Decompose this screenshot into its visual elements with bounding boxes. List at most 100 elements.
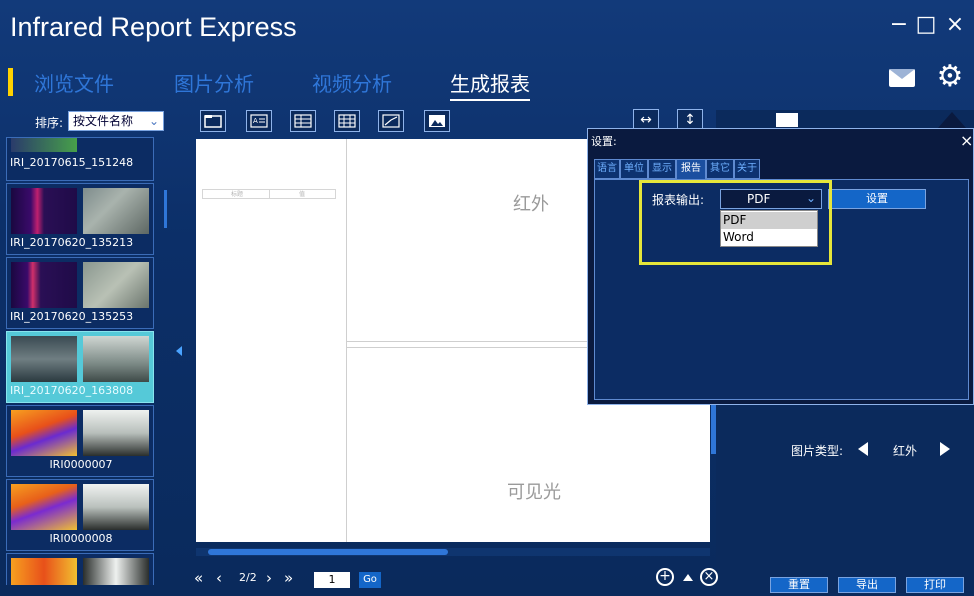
file-name: IRI0000007 <box>49 458 113 471</box>
thumbnail-pair <box>11 484 151 530</box>
infrared-cell-label: 红外 <box>513 194 549 215</box>
page-vertical-scrollbar[interactable] <box>711 402 716 454</box>
thumbnail-pair <box>11 410 151 456</box>
thermal-thumbnail <box>11 188 77 234</box>
thermal-thumbnail <box>11 336 77 382</box>
image-type-prev-icon[interactable] <box>858 442 868 456</box>
export-button[interactable]: 导出 <box>838 577 896 593</box>
chart-line-icon <box>382 114 400 128</box>
file-list-scrollbar[interactable] <box>164 190 167 228</box>
list-item[interactable]: IRI_20170615_151248 <box>6 137 154 181</box>
tab-display[interactable]: 显示 <box>648 159 676 179</box>
sort-label: 排序: <box>35 116 64 130</box>
list-item[interactable]: IRI0000007 <box>6 405 154 477</box>
minimize-button[interactable]: − <box>888 14 910 36</box>
svg-text:A: A <box>253 117 258 125</box>
visible-thumbnail <box>83 188 149 234</box>
thermal-thumbnail <box>11 558 77 585</box>
folder-icon <box>204 115 222 128</box>
chevron-down-icon: ⌄ <box>148 114 159 128</box>
zoom-in-icon[interactable]: + <box>656 568 674 586</box>
insert-chart-button[interactable] <box>378 110 404 132</box>
page-horizontal-scrollbar[interactable] <box>196 548 710 556</box>
info-table-divider <box>269 190 270 198</box>
nav-accent-bar <box>8 68 13 96</box>
list-item[interactable]: IRI_20170620_163808 <box>6 331 154 403</box>
info-table-header-title: 标题 <box>231 191 244 198</box>
grid-table-icon <box>338 114 356 128</box>
thermal-thumbnail <box>11 138 77 152</box>
setup-button[interactable]: 设置 <box>828 189 926 209</box>
reset-button[interactable]: 重置 <box>770 577 828 593</box>
folder-button[interactable] <box>200 110 226 132</box>
fit-width-icon: ↔ <box>640 112 652 128</box>
main-nav: 浏览文件 图片分析 视频分析 生成报表 <box>0 60 974 102</box>
info-table[interactable]: 标题 值 <box>202 189 336 199</box>
insert-grid-button[interactable] <box>334 110 360 132</box>
file-list: IRI_20170615_151248 IRI_20170620_135213 … <box>6 137 154 585</box>
list-item[interactable] <box>6 553 154 585</box>
dialog-close-icon[interactable]: × <box>960 131 973 150</box>
sort-select-value: 按文件名称 <box>73 114 134 128</box>
sort-select[interactable]: 按文件名称 ⌄ <box>68 111 164 131</box>
tab-image-analysis[interactable]: 图片分析 <box>174 68 254 97</box>
file-name: IRI_20170615_151248 <box>10 156 134 169</box>
tab-units[interactable]: 单位 <box>620 159 648 179</box>
scroll-thumb[interactable] <box>208 549 448 555</box>
list-item[interactable]: IRI0000008 <box>6 479 154 551</box>
app-window: Infrared Report Express − □ × 浏览文件 图片分析 … <box>0 0 974 596</box>
visible-thumbnail <box>83 262 149 308</box>
visible-thumbnail <box>83 484 149 530</box>
insert-image-button[interactable] <box>424 110 450 132</box>
print-button[interactable]: 打印 <box>906 577 964 593</box>
tab-report[interactable]: 报告 <box>676 159 706 180</box>
close-button[interactable]: × <box>944 14 966 36</box>
insert-text-button[interactable]: A <box>246 110 272 132</box>
tab-about[interactable]: 关于 <box>734 159 760 179</box>
collapse-arrow-icon[interactable] <box>176 346 182 356</box>
thumbnail-pair <box>11 336 151 382</box>
thermal-thumbnail <box>11 484 77 530</box>
tab-language[interactable]: 语言 <box>594 159 620 179</box>
visible-cell-label: 可见光 <box>507 482 561 503</box>
thumbnail-pair <box>11 262 151 308</box>
zoom-out-icon[interactable]: × <box>700 568 718 586</box>
app-title: Infrared Report Express <box>10 12 297 42</box>
text-block-icon: A <box>250 114 268 128</box>
document-icon[interactable] <box>776 113 798 127</box>
visible-thumbnail <box>83 336 149 382</box>
tab-other[interactable]: 其它 <box>706 159 734 179</box>
maximize-button[interactable]: □ <box>915 14 937 36</box>
dialog-title: 设置: <box>591 135 617 148</box>
file-name: IRI_20170620_135253 <box>10 310 134 323</box>
list-item[interactable]: IRI_20170620_135253 <box>6 257 154 329</box>
file-name: IRI_20170620_163808 <box>10 384 134 397</box>
list-item[interactable]: IRI_20170620_135213 <box>6 183 154 255</box>
insert-table-button[interactable] <box>290 110 316 132</box>
next-page-button[interactable]: › <box>266 569 272 587</box>
go-button[interactable]: Go <box>359 572 381 588</box>
last-page-button[interactable]: » <box>284 569 293 587</box>
image-type-value: 红外 <box>893 444 918 458</box>
zoom-up-icon[interactable] <box>683 574 693 581</box>
image-type-next-icon[interactable] <box>940 442 950 456</box>
tab-generate-report[interactable]: 生成报表 <box>450 68 530 101</box>
gear-icon[interactable]: ⚙ <box>935 62 965 92</box>
image-icon <box>429 115 445 127</box>
info-table-header-value: 值 <box>299 191 306 198</box>
mail-icon[interactable] <box>889 69 915 87</box>
visible-thumbnail <box>83 410 149 456</box>
thermal-thumbnail <box>11 410 77 456</box>
thermal-thumbnail <box>11 262 77 308</box>
page-number-input[interactable]: 1 <box>314 572 350 588</box>
fit-height-icon: ↕ <box>684 112 696 128</box>
file-name: IRI0000008 <box>49 532 113 545</box>
tab-video-analysis[interactable]: 视频分析 <box>312 68 392 97</box>
first-page-button[interactable]: « <box>194 569 203 587</box>
visible-thumbnail <box>83 558 149 585</box>
file-name: IRI_20170620_135213 <box>10 236 134 249</box>
page-info: 2/2 <box>239 571 257 584</box>
dialog-pointer <box>938 112 966 128</box>
prev-page-button[interactable]: ‹ <box>216 569 222 587</box>
tab-browse-files[interactable]: 浏览文件 <box>34 68 114 97</box>
